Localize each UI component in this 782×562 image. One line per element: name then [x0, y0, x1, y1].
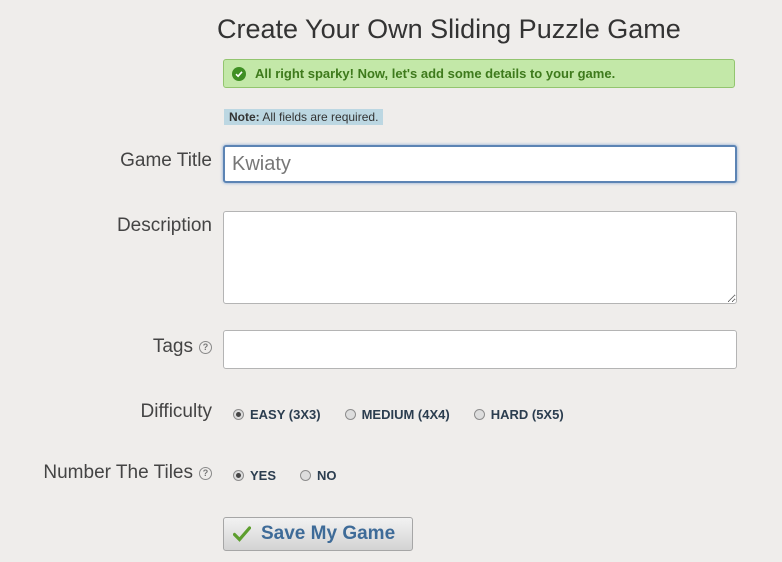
radio-yes-label: YES	[250, 468, 277, 483]
required-note: Note: All fields are required.	[224, 109, 384, 125]
radio-hard-label: HARD (5X5)	[490, 407, 564, 422]
radio-medium-label: MEDIUM (4X4)	[361, 407, 450, 422]
radio-option-yes[interactable]: YES	[233, 468, 276, 483]
description-textarea[interactable]	[223, 211, 737, 304]
success-alert: All right sparky! Now, let's add some de…	[223, 59, 735, 88]
tags-input[interactable]	[223, 330, 737, 369]
question-icon[interactable]: ?	[199, 467, 212, 480]
radio-hard[interactable]	[473, 409, 485, 420]
save-button-label: Save My Game	[261, 523, 396, 544]
note-label: Note:	[229, 110, 260, 124]
page: Create Your Own Sliding Puzzle Game All …	[0, 0, 782, 562]
difficulty-label-text: Difficulty	[140, 401, 212, 422]
difficulty-label: Difficulty	[141, 401, 212, 423]
description-label-text: Description	[116, 215, 212, 236]
check-circle-icon	[232, 66, 246, 81]
radio-option-hard[interactable]: HARD (5X5)	[473, 407, 564, 422]
page-title: Create Your Own Sliding Puzzle Game	[217, 14, 681, 44]
number-tiles-label: Number The Tiles?	[43, 462, 212, 484]
number-tiles-radio-group: YES NO	[233, 468, 359, 483]
question-icon[interactable]: ?	[199, 341, 212, 354]
number-tiles-label-text: Number The Tiles	[43, 462, 193, 483]
alert-message: All right sparky! Now, let's add some de…	[255, 66, 616, 81]
game-title-input[interactable]	[223, 145, 737, 183]
radio-easy[interactable]	[233, 409, 244, 420]
radio-no[interactable]	[300, 470, 312, 481]
radio-medium[interactable]	[344, 409, 356, 420]
tags-label: Tags?	[153, 336, 212, 358]
radio-option-medium[interactable]: MEDIUM (4X4)	[344, 407, 450, 422]
radio-easy-label: EASY (3X3)	[250, 407, 321, 422]
difficulty-radio-group: EASY (3X3) MEDIUM (4X4) HARD (5X5)	[233, 407, 586, 422]
note-text: All fields are required.	[259, 110, 379, 124]
description-label: Description	[117, 215, 212, 237]
radio-option-easy[interactable]: EASY (3X3)	[233, 407, 321, 422]
radio-yes[interactable]	[233, 470, 244, 481]
checkmark-icon	[233, 526, 251, 542]
radio-no-label: NO	[317, 468, 337, 483]
game-title-label-text: Game Title	[120, 150, 212, 171]
tags-label-text: Tags	[152, 336, 193, 357]
radio-option-no[interactable]: NO	[300, 468, 337, 483]
game-title-label: Game Title	[120, 150, 212, 172]
save-my-game-button[interactable]: Save My Game	[223, 517, 413, 551]
